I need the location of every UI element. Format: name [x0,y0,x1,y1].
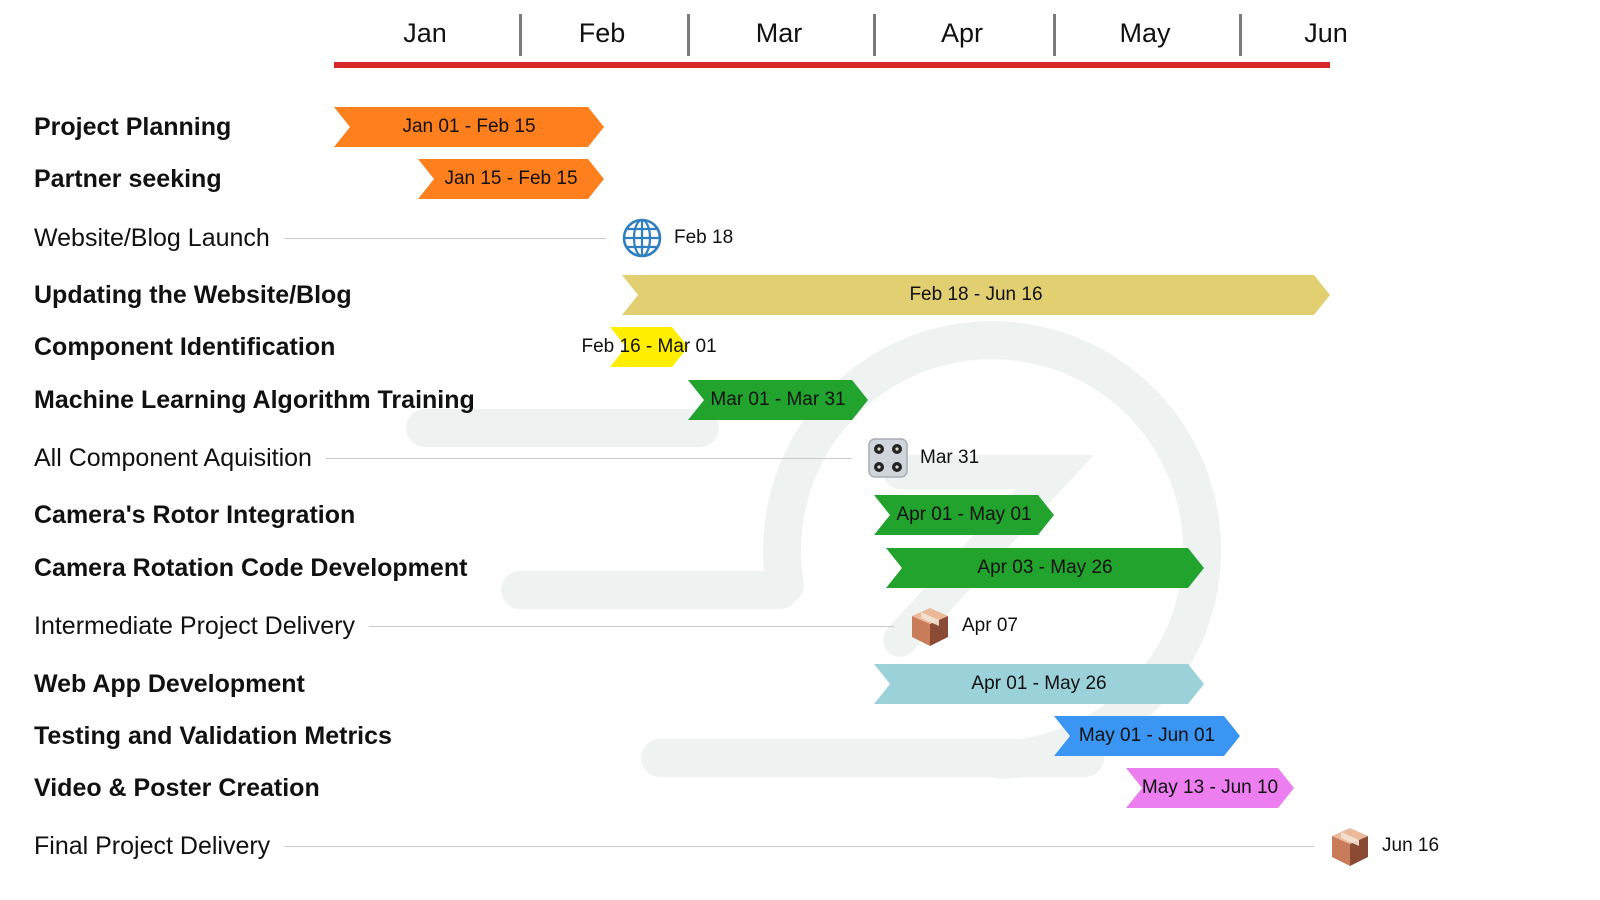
milestone-date: Mar 31 [920,447,980,468]
task-bar-label: Feb 18 - Jun 16 [909,284,1043,305]
task-row: Machine Learning Algorithm Training Mar 0… [0,380,1600,420]
package-icon [1332,828,1368,866]
task-row: Camera Rotation Code Development Apr 03 -… [0,548,1600,588]
month-divider [519,14,522,56]
components-icon [868,438,908,478]
task-bar-label: Jan 01 - Feb 15 [402,116,536,137]
timeline-axis-line [334,62,1330,68]
month-label-jan: Jan [403,18,447,48]
task-row: Updating the Website/Blog Feb 18 - Jun 16 [0,275,1600,315]
milestone-date: Jun 16 [1382,835,1440,856]
task-bar: Jan 15 - Feb 15 [418,159,604,199]
task-row: Website/Blog Launch Feb 18 [0,218,1600,258]
month-label-apr: Apr [940,18,984,48]
leader-line [284,846,1314,847]
timeline-header: Jan Feb Mar Apr May Jun [0,0,1600,80]
task-name: Intermediate Project Delivery [34,612,355,640]
task-row: Final Project Delivery Jun 16 [0,826,1600,866]
package-icon [912,608,948,646]
task-row: All Component Aquisition Mar 31 [0,438,1600,478]
task-bar-label: May 01 - Jun 01 [1078,725,1216,746]
month-label-mar: Mar [755,18,803,48]
task-name: Website/Blog Launch [34,224,270,252]
task-row: Video & Poster Creation May 13 - Jun 10 [0,768,1600,808]
task-row: Partner seeking Jan 15 - Feb 15 [0,159,1600,199]
task-bar: May 01 - Jun 01 [1054,716,1240,756]
task-name: Video & Poster Creation [34,774,320,802]
task-bar-label: Jan 15 - Feb 15 [444,168,578,189]
task-row: Intermediate Project Delivery Apr 07 [0,606,1600,646]
task-bar-label: May 13 - Jun 10 [1141,777,1279,798]
month-divider [1053,14,1056,56]
month-divider [1239,14,1242,56]
month-label-feb: Feb [578,18,626,48]
task-name: Camera's Rotor Integration [34,501,356,529]
task-bar-label: Apr 01 - May 01 [896,504,1032,525]
task-bar-label: Apr 03 - May 26 [977,557,1113,578]
task-bar: Apr 01 - May 26 [874,664,1204,704]
task-bar-label: Feb 16 - Mar 01 [581,336,717,357]
milestone-date: Feb 18 [674,227,734,248]
globe-icon [622,218,662,258]
task-row: Web App Development Apr 01 - May 26 [0,664,1600,704]
task-name: Component Identification [34,333,336,361]
task-row: Component Identification Feb 16 - Mar 01 [0,327,1600,367]
leader-line [369,626,894,627]
task-name: Updating the Website/Blog [34,281,352,309]
milestone-date: Apr 07 [962,615,1018,636]
task-bar: Apr 03 - May 26 [886,548,1204,588]
task-bar: May 13 - Jun 10 [1126,768,1294,808]
task-name: Final Project Delivery [34,832,271,860]
task-bar: Apr 01 - May 01 [874,495,1054,535]
task-name: Project Planning [34,113,232,141]
task-row: Testing and Validation Metrics May 01 - J… [0,716,1600,756]
task-name: Testing and Validation Metrics [34,722,392,750]
task-row: Project Planning Jan 01 - Feb 15 [0,107,1600,147]
task-name: All Component Aquisition [34,444,312,472]
task-name: Camera Rotation Code Development [34,554,468,582]
month-divider [873,14,876,56]
task-name: Web App Development [34,670,305,698]
month-divider [687,14,690,56]
task-bar-label: Mar 01 - Mar 31 [710,389,846,410]
task-row: Camera's Rotor Integration Apr 01 - May 0… [0,495,1600,535]
task-name: Partner seeking [34,165,222,193]
task-bar-label: Apr 01 - May 26 [971,673,1107,694]
leader-line [284,238,606,239]
month-label-may: May [1119,18,1171,48]
task-bar: Mar 01 - Mar 31 [688,380,868,420]
leader-line [326,458,852,459]
month-label-jun: Jun [1304,18,1348,48]
task-bar: Feb 18 - Jun 16 [622,275,1330,315]
task-name: Machine Learning Algorithm Training [34,386,475,414]
task-bar: Jan 01 - Feb 15 [334,107,604,147]
